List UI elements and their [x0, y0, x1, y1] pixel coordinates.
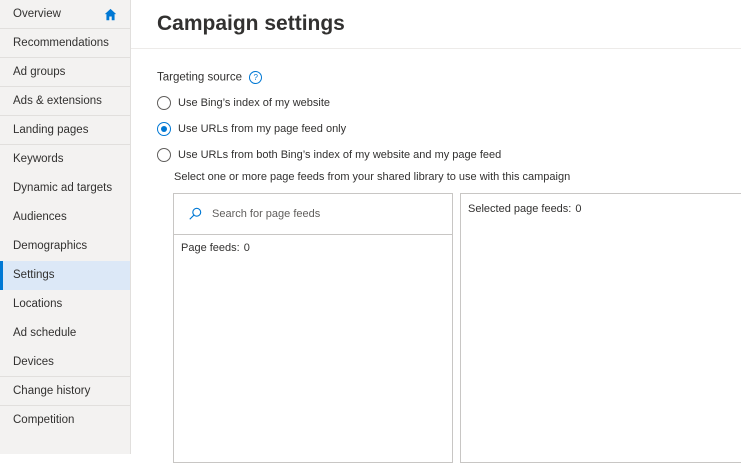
page-feeds-value: 0 [243, 242, 250, 254]
sidebar-item-label: Dynamic ad targets [13, 182, 113, 194]
sidebar-item-audiences[interactable]: Audiences [0, 203, 130, 232]
sidebar-item-recommendations[interactable]: Recommendations [0, 29, 130, 58]
sidebar-item-label: Overview [13, 8, 61, 20]
radio-option-page-feed-only[interactable]: Use URLs from my page feed only [157, 121, 346, 137]
sidebar-item-demographics[interactable]: Demographics [0, 232, 130, 261]
targeting-source-text: Targeting source [157, 71, 243, 84]
radio-button[interactable] [157, 148, 171, 162]
page-header: Campaign settings [131, 0, 741, 49]
page-feeds-label: Page feeds: [181, 242, 240, 254]
sidebar-item-overview[interactable]: Overview [0, 0, 130, 29]
sidebar-item-label: Ads & extensions [13, 95, 102, 107]
sidebar-item-label: Landing pages [13, 124, 89, 136]
page-title: Campaign settings [157, 12, 345, 35]
sidebar-item-locations[interactable]: Locations [0, 290, 130, 319]
sidebar-item-label: Locations [13, 298, 63, 310]
sidebar-item-label: Keywords [13, 153, 64, 165]
page-feed-instruction: Select one or more page feeds from your … [174, 171, 571, 183]
radio-button-selected[interactable] [157, 122, 171, 136]
sidebar-item-ad-schedule[interactable]: Ad schedule [0, 319, 130, 348]
radio-button[interactable] [157, 96, 171, 110]
sidebar-item-devices[interactable]: Devices [0, 348, 130, 377]
selected-feeds-panel: Selected page feeds: 0 [460, 193, 741, 463]
selected-feeds-value: 0 [575, 203, 582, 215]
help-icon[interactable]: ? [249, 71, 263, 84]
sidebar-item-competition[interactable]: Competition [0, 406, 130, 435]
sidebar-item-label: Demographics [13, 240, 88, 252]
radio-option-both[interactable]: Use URLs from both Bing’s index of my we… [157, 147, 501, 163]
home-icon[interactable] [104, 8, 117, 21]
sidebar-item-keywords[interactable]: Keywords [0, 145, 130, 174]
sidebar: Overview Recommendations Ad groups Ads &… [0, 0, 131, 454]
sidebar-item-label: Competition [13, 414, 75, 426]
selected-feeds-count: Selected page feeds: 0 [461, 194, 741, 215]
sidebar-item-ad-groups[interactable]: Ad groups [0, 58, 130, 87]
targeting-source-label: Targeting source ? [157, 71, 263, 84]
page-feed-search-input[interactable] [212, 205, 432, 223]
selected-feeds-label: Selected page feeds: [468, 203, 572, 215]
sidebar-item-label: Recommendations [13, 37, 109, 49]
search-icon [189, 207, 202, 220]
sidebar-item-change-history[interactable]: Change history [0, 377, 130, 406]
sidebar-item-label: Settings [13, 269, 55, 281]
sidebar-item-settings[interactable]: Settings [0, 261, 130, 290]
sidebar-item-label: Ad groups [13, 66, 66, 78]
radio-label: Use URLs from my page feed only [178, 123, 347, 135]
sidebar-item-label: Change history [13, 385, 91, 397]
radio-label: Use Bing’s index of my website [178, 97, 331, 109]
radio-label: Use URLs from both Bing’s index of my we… [178, 149, 502, 161]
page-feeds-count: Page feeds: 0 [174, 235, 452, 254]
sidebar-item-dynamic-ad-targets[interactable]: Dynamic ad targets [0, 174, 130, 203]
sidebar-item-label: Devices [13, 356, 54, 368]
available-feeds-panel: Page feeds:0 [173, 193, 453, 463]
sidebar-item-ads-extensions[interactable]: Ads & extensions [0, 87, 130, 116]
sidebar-item-label: Ad schedule [13, 327, 77, 339]
sidebar-item-label: Audiences [13, 211, 67, 223]
radio-option-bing-index[interactable]: Use Bing’s index of my website [157, 95, 330, 111]
feed-search-box [174, 194, 452, 235]
sidebar-item-landing-pages[interactable]: Landing pages [0, 116, 130, 145]
